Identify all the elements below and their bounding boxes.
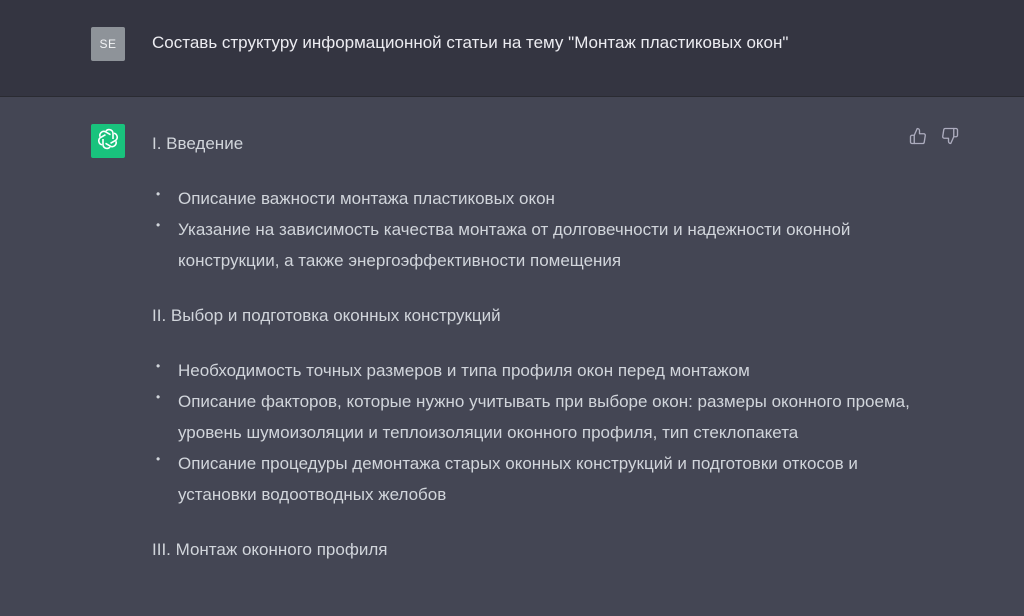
user-avatar: SE [91, 27, 125, 61]
thumbs-down-icon [941, 127, 959, 150]
list-item: Необходимость точных размеров и типа про… [152, 351, 912, 386]
list-item: Описание факторов, которые нужно учитыва… [152, 382, 912, 448]
list-item: Указание на зависимость качества монтажа… [152, 210, 912, 276]
list-item: Описание важности монтажа пластиковых ок… [152, 179, 912, 214]
section-heading: III. Монтаж оконного профиля [152, 540, 388, 559]
user-message-row: SE Составь структуру информационной стат… [0, 0, 1024, 97]
bullet-list: Необходимость точных размеров и типа про… [152, 351, 912, 510]
thumbs-down-button[interactable] [940, 127, 960, 150]
list-item: Описание процедуры демонтажа старых окон… [152, 444, 912, 510]
openai-logo-icon [96, 127, 120, 156]
section-heading: II. Выбор и подготовка оконных конструкц… [152, 306, 501, 325]
user-prompt-text: Составь структуру информационной статьи … [152, 33, 789, 52]
assistant-message-content: I. Введение Описание важности монтажа пл… [152, 128, 912, 565]
bullet-list: Описание важности монтажа пластиковых ок… [152, 179, 912, 276]
section-heading: I. Введение [152, 134, 244, 153]
assistant-avatar [91, 124, 125, 158]
